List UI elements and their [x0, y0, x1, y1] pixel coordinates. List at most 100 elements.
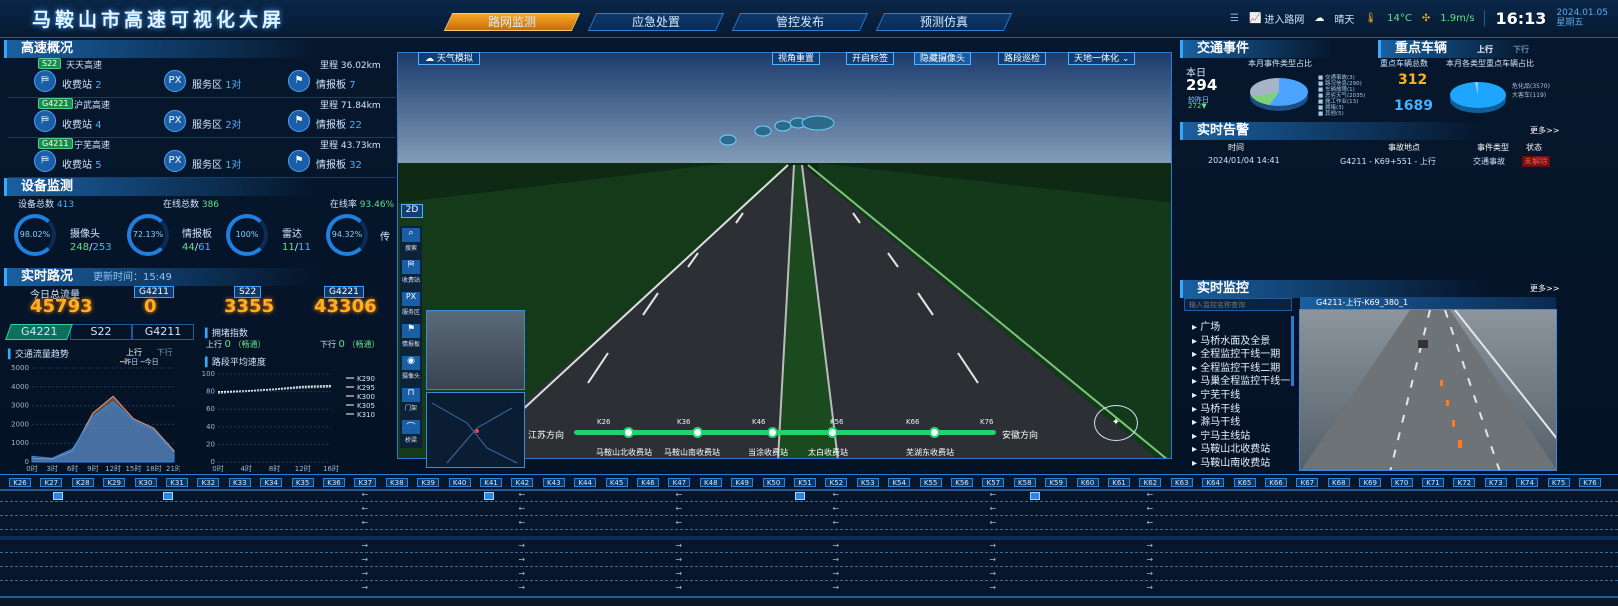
road-tab[interactable]: S22 — [70, 324, 132, 340]
km-marker[interactable]: K60 — [1076, 478, 1099, 487]
km-marker[interactable]: K27 — [40, 478, 63, 487]
km-marker[interactable]: K26 — [9, 478, 31, 487]
camera-marker-icon[interactable] — [484, 492, 494, 500]
km-marker[interactable]: K73 — [1484, 478, 1507, 487]
mini-map[interactable] — [426, 392, 525, 468]
km-marker[interactable]: K29 — [103, 478, 126, 487]
camera-marker-icon[interactable] — [163, 492, 173, 500]
camera-thumbnail[interactable] — [426, 310, 525, 390]
reset-view-button[interactable]: 视角重置 — [772, 52, 821, 65]
km-marker[interactable]: K55 — [919, 478, 942, 487]
km-marker[interactable]: K28 — [71, 478, 94, 487]
km-marker[interactable]: K46 — [637, 478, 659, 487]
km-marker[interactable]: K37 — [354, 478, 377, 487]
km-marker[interactable]: K49 — [731, 478, 754, 487]
km-marker[interactable]: K76 — [1579, 478, 1601, 487]
km-marker[interactable]: K42 — [511, 478, 534, 487]
compass-icon[interactable]: ✦ — [1094, 405, 1138, 441]
km-marker[interactable]: K30 — [134, 478, 157, 487]
km-marker[interactable]: K64 — [1202, 478, 1225, 487]
km-marker[interactable]: K69 — [1359, 478, 1382, 487]
dir-down[interactable]: 下行 — [157, 348, 173, 357]
km-marker[interactable]: K74 — [1516, 478, 1539, 487]
km-marker[interactable]: K68 — [1327, 478, 1350, 487]
highway-row[interactable]: G4211 宁芜高速 里程 43.73km ⛿ 收费站 5 PX 服务区 1对 … — [8, 138, 396, 178]
camera-marker-icon[interactable] — [1030, 492, 1040, 500]
alarm-row[interactable]: 2024/01/04 14:41 G4211 - K69+551 - 上行 交通… — [1180, 156, 1560, 168]
camera-feed[interactable] — [1299, 309, 1557, 471]
km-marker[interactable]: K48 — [699, 478, 722, 487]
km-marker[interactable]: K58 — [1013, 478, 1036, 487]
km-marker[interactable]: K72 — [1453, 478, 1476, 487]
dir-up[interactable]: 上行 — [126, 348, 142, 357]
enter-network-button[interactable]: 📈 进入路网 — [1249, 11, 1304, 26]
km-marker[interactable]: K75 — [1547, 478, 1570, 487]
toll-station-tool-icon[interactable]: ⛿ — [402, 260, 420, 274]
highway-row[interactable]: G4221 沪武高速 里程 71.84km ⛿ 收费站 4 PX 服务区 2对 … — [8, 98, 396, 138]
km-marker[interactable]: K44 — [574, 478, 597, 487]
km-marker[interactable]: K47 — [668, 478, 691, 487]
km-marker[interactable]: K54 — [888, 478, 911, 487]
km-marker[interactable]: K43 — [542, 478, 565, 487]
km-marker[interactable]: K50 — [762, 478, 785, 487]
km-marker[interactable]: K34 — [260, 478, 283, 487]
km-marker[interactable]: K65 — [1233, 478, 1256, 487]
view-2d-toggle[interactable]: 2D — [401, 204, 423, 218]
toll-station-marker[interactable] — [767, 427, 778, 438]
service-area-tool-icon[interactable]: PX — [402, 292, 420, 306]
km-marker[interactable]: K33 — [228, 478, 251, 487]
info-board-tool-icon[interactable]: ⚑ — [402, 324, 420, 338]
toll-station-marker[interactable] — [623, 427, 634, 438]
km-marker[interactable]: K66 — [1265, 478, 1287, 487]
road-patrol-button[interactable]: 路段巡检 — [998, 52, 1047, 65]
highway-row[interactable]: S22 天天高速 里程 36.02km ⛿ 收费站 2 PX 服务区 1对 ⚑ … — [8, 58, 396, 98]
hide-camera-button[interactable]: 隐藏摄像头 — [914, 52, 972, 65]
list-scrollbar[interactable] — [1291, 316, 1294, 386]
menu-icon[interactable]: ☰ — [1230, 13, 1239, 24]
camera-marker-icon[interactable] — [795, 492, 805, 500]
km-marker[interactable]: K38 — [385, 478, 408, 487]
km-marker[interactable]: K51 — [794, 478, 816, 487]
km-marker[interactable]: K40 — [448, 478, 471, 487]
show-labels-button[interactable]: 开启标签 — [846, 52, 895, 65]
road-tab[interactable]: G4221 — [5, 324, 73, 340]
km-marker[interactable]: K67 — [1296, 478, 1319, 487]
weather-sim-button[interactable]: ☁ 天气模拟 — [418, 52, 480, 65]
km-marker[interactable]: K53 — [856, 478, 879, 487]
km-marker[interactable]: K62 — [1139, 478, 1162, 487]
monitor-list-item[interactable]: ▸ 马鞍山南收费站 — [1192, 454, 1270, 469]
km-marker[interactable]: K52 — [825, 478, 848, 487]
km-marker[interactable]: K59 — [1045, 478, 1068, 487]
km-marker[interactable]: K70 — [1390, 478, 1413, 487]
bridge-tool-icon[interactable]: ⌒ — [402, 420, 420, 434]
key-down[interactable]: 下行 — [1513, 45, 1529, 54]
tab-control[interactable]: 管控发布 — [731, 13, 869, 31]
monitor-search-input[interactable] — [1184, 298, 1292, 311]
km-marker[interactable]: K71 — [1422, 478, 1444, 487]
km-marker[interactable]: K63 — [1170, 478, 1193, 487]
monitor-more-link[interactable]: 更多>> — [1530, 283, 1559, 294]
camera-tool-icon[interactable]: ◉ — [402, 356, 420, 370]
toll-station-marker[interactable] — [692, 427, 703, 438]
km-marker[interactable]: K32 — [197, 478, 220, 487]
search-icon[interactable]: ⌕ — [402, 228, 420, 242]
gantry-tool-icon[interactable]: ⊓ — [402, 388, 420, 402]
km-marker[interactable]: K41 — [480, 478, 502, 487]
tab-road-monitor[interactable]: 路网监测 — [443, 13, 581, 31]
km-marker[interactable]: K35 — [291, 478, 314, 487]
tab-simulation[interactable]: 预测仿真 — [875, 13, 1013, 31]
km-marker[interactable]: K39 — [417, 478, 440, 487]
key-up[interactable]: 上行 — [1477, 45, 1493, 54]
km-marker[interactable]: K45 — [605, 478, 628, 487]
km-marker[interactable]: K61 — [1108, 478, 1130, 487]
space-ground-select[interactable]: 天地一体化 ⌄ — [1068, 52, 1136, 65]
km-marker[interactable]: K57 — [982, 478, 1005, 487]
alarm-more-link[interactable]: 更多>> — [1530, 125, 1559, 136]
camera-marker-icon[interactable] — [53, 492, 63, 500]
km-marker[interactable]: K36 — [323, 478, 345, 487]
toll-station-marker[interactable] — [827, 427, 838, 438]
km-marker[interactable]: K31 — [166, 478, 188, 487]
road-tab[interactable]: G4211 — [132, 324, 194, 340]
tab-emergency[interactable]: 应急处置 — [587, 13, 725, 31]
km-marker[interactable]: K56 — [951, 478, 973, 487]
